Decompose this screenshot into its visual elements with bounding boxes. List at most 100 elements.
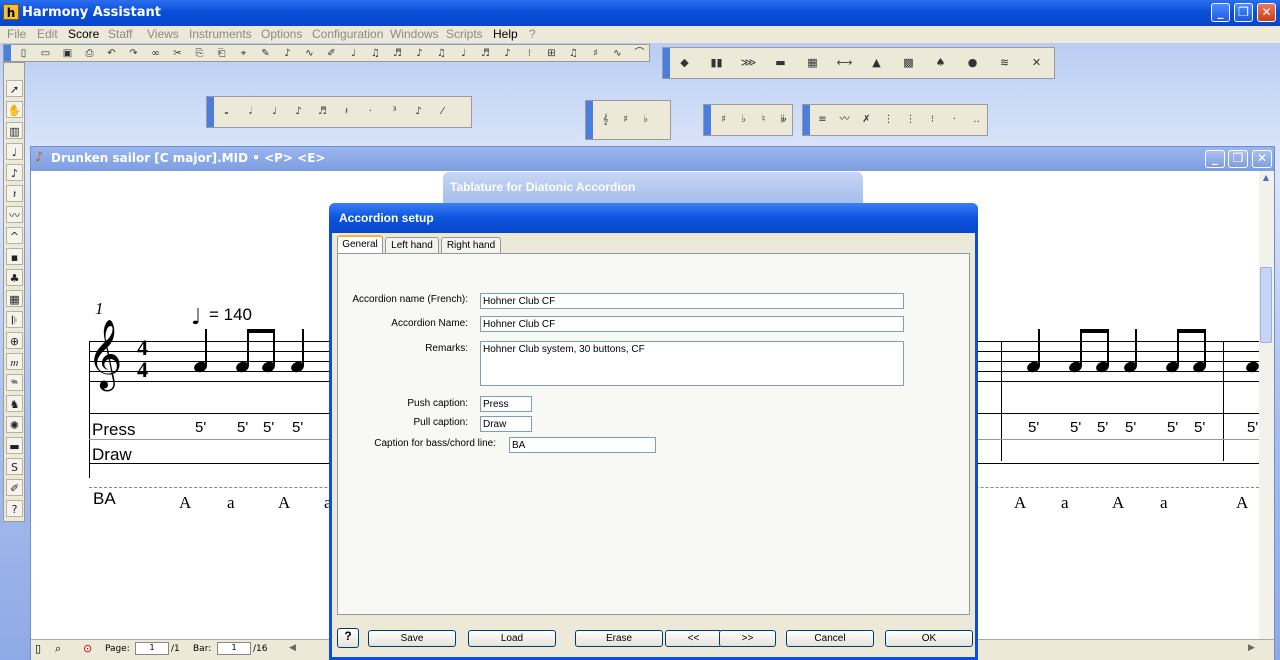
instrument-2-icon[interactable]: ▮▮: [707, 56, 726, 70]
note-tool-icon[interactable]: ♩: [6, 143, 23, 160]
tuplet-icon[interactable]: ♫: [564, 47, 583, 61]
new-file-icon[interactable]: ▯: [14, 47, 33, 61]
instrument-12-icon[interactable]: ✕: [1027, 56, 1046, 70]
half-note-icon[interactable]: 𝅗𝅥: [241, 105, 260, 119]
segno-tool-icon[interactable]: S: [6, 458, 23, 475]
note-d-icon[interactable]: ♪: [410, 47, 429, 61]
note-f-icon[interactable]: ♩: [454, 47, 473, 61]
toolbar-grip[interactable]: [704, 105, 711, 135]
doc-maximize-button[interactable]: ❐: [1228, 150, 1248, 168]
slash-icon[interactable]: ⁄: [433, 105, 452, 119]
ornament-3-icon[interactable]: ✗: [857, 113, 876, 127]
menu-question[interactable]: ?: [529, 27, 536, 41]
ornament-4-icon[interactable]: ⋮: [879, 113, 898, 127]
note-b-icon[interactable]: ♫: [366, 47, 385, 61]
name-fr-field[interactable]: Hohner Club CF: [480, 293, 904, 309]
scroll-left-icon[interactable]: ◀: [289, 643, 296, 653]
erase-button[interactable]: Erase: [575, 630, 663, 647]
people-tool-icon[interactable]: ♞: [6, 395, 23, 412]
trill-tool-icon[interactable]: 〰: [6, 206, 23, 223]
chord-tool-icon[interactable]: ▦: [6, 290, 23, 307]
toolbar-grip[interactable]: [4, 45, 11, 61]
menu-configuration[interactable]: Configuration: [312, 27, 383, 41]
tab-right-hand[interactable]: Right hand: [441, 237, 501, 254]
menu-file[interactable]: File: [7, 27, 26, 41]
remarks-field[interactable]: Hohner Club system, 30 buttons, CF: [480, 341, 904, 386]
ornament-5-icon[interactable]: ⋮: [901, 113, 920, 127]
menu-instruments[interactable]: Instruments: [189, 27, 252, 41]
pen-icon[interactable]: ✐: [322, 47, 341, 61]
flat2-icon[interactable]: ♭: [734, 113, 753, 127]
quarter-note-icon[interactable]: ♩: [265, 105, 284, 119]
pedal-tool-icon[interactable]: 𝆮: [6, 374, 23, 391]
wave-icon[interactable]: ∿: [300, 47, 319, 61]
push-caption-field[interactable]: Press: [480, 396, 532, 412]
flat-icon[interactable]: ♭: [636, 113, 655, 127]
eighth-tool-icon[interactable]: ♪: [6, 164, 23, 181]
menu-help[interactable]: Help: [493, 27, 518, 41]
accent-tool-icon[interactable]: ^: [6, 227, 23, 244]
ok-button[interactable]: OK: [885, 630, 973, 647]
menu-scripts[interactable]: Scripts: [446, 27, 483, 41]
open-file-icon[interactable]: ▭: [36, 47, 55, 61]
note-g-icon[interactable]: ♬: [476, 47, 495, 61]
bar-input[interactable]: 1: [217, 642, 251, 655]
name-field[interactable]: Hohner Club CF: [480, 316, 904, 332]
instrument-5-icon[interactable]: ▦: [803, 56, 822, 70]
zoom-icon[interactable]: ⌕: [55, 642, 61, 656]
rest-tool-icon[interactable]: 𝄽: [6, 185, 23, 202]
chord-icon[interactable]: ♯: [586, 47, 605, 61]
note-tool-icon[interactable]: ♪: [278, 47, 297, 61]
close-button[interactable]: ✕: [1257, 3, 1276, 22]
instrument-6-icon[interactable]: ⟷: [835, 56, 854, 70]
menu-views[interactable]: Views: [147, 27, 179, 41]
pull-caption-field[interactable]: Draw: [480, 416, 532, 432]
next-button[interactable]: >>: [719, 630, 776, 647]
minimize-button[interactable]: _: [1211, 3, 1230, 22]
fermata-tool-icon[interactable]: ▪: [6, 248, 23, 265]
grid-icon[interactable]: ⊞: [542, 47, 561, 61]
ornament-8-icon[interactable]: ‥: [967, 113, 986, 127]
instrument-8-icon[interactable]: ▩: [899, 56, 918, 70]
sixteenth-note-icon[interactable]: ♬: [313, 105, 332, 119]
instrument-4-icon[interactable]: ▬: [771, 56, 790, 70]
scroll-up-icon[interactable]: ▲: [1260, 173, 1272, 185]
ornament-7-icon[interactable]: ·: [945, 113, 964, 127]
edit-tool-icon[interactable]: ✎: [256, 47, 275, 61]
toolbar-grip[interactable]: [207, 97, 214, 127]
note-c-icon[interactable]: ♬: [388, 47, 407, 61]
save-file-icon[interactable]: ▣: [58, 47, 77, 61]
vertical-scrollbar[interactable]: ▲: [1259, 171, 1274, 639]
menu-edit[interactable]: Edit: [37, 27, 58, 41]
toolbar-grip[interactable]: [663, 48, 670, 78]
dot-note-icon[interactable]: ·: [361, 105, 380, 119]
undo-icon[interactable]: ↶: [102, 47, 121, 61]
keyboard-tool-icon[interactable]: ▥: [6, 122, 23, 139]
hand-tool-icon[interactable]: ✋: [6, 101, 23, 118]
scroll-right-icon[interactable]: ▶: [1248, 643, 1255, 653]
eighth-note-icon[interactable]: ♪: [289, 105, 308, 119]
cancel-button[interactable]: Cancel: [786, 630, 874, 647]
help-button[interactable]: ?: [337, 628, 359, 648]
menu-options[interactable]: Options: [261, 27, 302, 41]
treble-clef-icon[interactable]: 𝄞: [596, 113, 615, 127]
brush-tool-icon[interactable]: ✐: [6, 479, 23, 496]
sharp2-icon[interactable]: ♯: [714, 113, 733, 127]
instrument-10-icon[interactable]: ●: [963, 56, 982, 70]
triplet-icon[interactable]: ³: [385, 105, 404, 119]
menu-windows[interactable]: Windows: [390, 27, 439, 41]
rest-icon[interactable]: 𝄽: [337, 105, 356, 119]
maximize-button[interactable]: ❐: [1234, 3, 1253, 22]
instrument-3-icon[interactable]: ⋙: [739, 56, 758, 70]
note-a-icon[interactable]: ♩: [344, 47, 363, 61]
dot-icon[interactable]: ⁝: [520, 47, 539, 61]
select-icon[interactable]: ⌖: [234, 47, 253, 61]
toolbar-grip[interactable]: [803, 105, 810, 135]
cut-icon[interactable]: ✂: [168, 47, 187, 61]
page-input[interactable]: 1: [135, 642, 169, 655]
help-tool-icon[interactable]: ?: [6, 500, 23, 517]
bass-caption-field[interactable]: BA: [509, 437, 656, 453]
wave2-icon[interactable]: ∿: [608, 47, 627, 61]
dynamic-tool-icon[interactable]: 𝆐: [6, 353, 23, 370]
scroll-thumb[interactable]: [1260, 267, 1272, 343]
